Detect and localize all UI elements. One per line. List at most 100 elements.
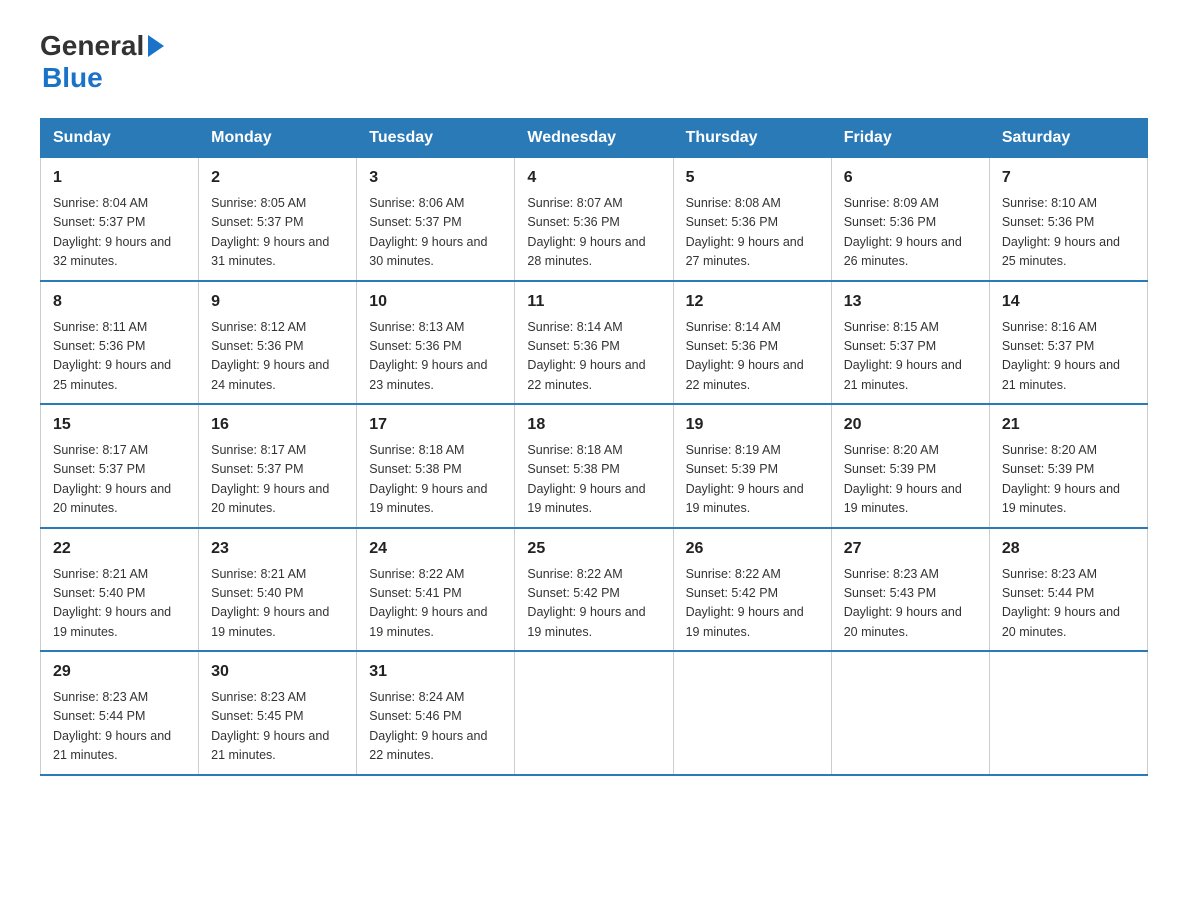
day-info: Sunrise: 8:13 AMSunset: 5:36 PMDaylight:… [369, 318, 502, 396]
calendar-cell [673, 651, 831, 775]
calendar-cell: 13Sunrise: 8:15 AMSunset: 5:37 PMDayligh… [831, 281, 989, 405]
day-info: Sunrise: 8:20 AMSunset: 5:39 PMDaylight:… [1002, 441, 1135, 519]
header-friday: Friday [831, 119, 989, 158]
calendar-cell: 18 Sunrise: 8:18 AMSunset: 5:38 PMDayligh… [515, 404, 673, 528]
day-info: Sunrise: 8:23 AMSunset: 5:43 PMDaylight:… [844, 565, 977, 643]
logo-text-blue: Blue [42, 62, 164, 94]
calendar-cell: 3Sunrise: 8:06 AMSunset: 5:37 PMDaylight… [357, 158, 515, 281]
day-info: Sunrise: 8:20 AMSunset: 5:39 PMDaylight:… [844, 441, 977, 519]
day-number: 6 [844, 166, 977, 190]
calendar-cell: 9 Sunrise: 8:12 AMSunset: 5:36 PMDaylight… [199, 281, 357, 405]
calendar-cell [515, 651, 673, 775]
day-info: Sunrise: 8:18 AMSunset: 5:38 PMDaylight:… [369, 441, 502, 519]
day-number: 13 [844, 290, 977, 314]
header-saturday: Saturday [989, 119, 1147, 158]
calendar-cell: 29Sunrise: 8:23 AMSunset: 5:44 PMDayligh… [41, 651, 199, 775]
day-info: Sunrise: 8:22 AMSunset: 5:42 PMDaylight:… [686, 565, 819, 643]
header-thursday: Thursday [673, 119, 831, 158]
day-number: 31 [369, 660, 502, 684]
day-number: 28 [1002, 537, 1135, 561]
day-info: Sunrise: 8:10 AMSunset: 5:36 PMDaylight:… [1002, 194, 1135, 272]
day-number: 27 [844, 537, 977, 561]
day-info: Sunrise: 8:09 AMSunset: 5:36 PMDaylight:… [844, 194, 977, 272]
calendar-cell: 6 Sunrise: 8:09 AMSunset: 5:36 PMDaylight… [831, 158, 989, 281]
day-info: Sunrise: 8:08 AMSunset: 5:36 PMDaylight:… [686, 194, 819, 272]
day-number: 18 [527, 413, 660, 437]
day-info: Sunrise: 8:24 AMSunset: 5:46 PMDaylight:… [369, 688, 502, 766]
calendar-cell: 15 Sunrise: 8:17 AMSunset: 5:37 PMDayligh… [41, 404, 199, 528]
calendar-week-3: 15 Sunrise: 8:17 AMSunset: 5:37 PMDayligh… [41, 404, 1148, 528]
day-number: 20 [844, 413, 977, 437]
day-info: Sunrise: 8:05 AMSunset: 5:37 PMDaylight:… [211, 194, 344, 272]
calendar-cell [831, 651, 989, 775]
day-number: 7 [1002, 166, 1135, 190]
calendar-cell: 25 Sunrise: 8:22 AMSunset: 5:42 PMDayligh… [515, 528, 673, 652]
header-tuesday: Tuesday [357, 119, 515, 158]
day-number: 15 [53, 413, 186, 437]
day-info: Sunrise: 8:16 AMSunset: 5:37 PMDaylight:… [1002, 318, 1135, 396]
day-number: 10 [369, 290, 502, 314]
day-info: Sunrise: 8:14 AMSunset: 5:36 PMDaylight:… [527, 318, 660, 396]
logo: General Blue [40, 30, 164, 94]
day-number: 26 [686, 537, 819, 561]
day-number: 25 [527, 537, 660, 561]
calendar-cell: 7 Sunrise: 8:10 AMSunset: 5:36 PMDaylight… [989, 158, 1147, 281]
calendar-cell: 19 Sunrise: 8:19 AMSunset: 5:39 PMDayligh… [673, 404, 831, 528]
calendar-cell: 10 Sunrise: 8:13 AMSunset: 5:36 PMDayligh… [357, 281, 515, 405]
calendar-cell: 12 Sunrise: 8:14 AMSunset: 5:36 PMDayligh… [673, 281, 831, 405]
calendar-cell: 11 Sunrise: 8:14 AMSunset: 5:36 PMDayligh… [515, 281, 673, 405]
day-info: Sunrise: 8:17 AMSunset: 5:37 PMDaylight:… [211, 441, 344, 519]
day-info: Sunrise: 8:22 AMSunset: 5:42 PMDaylight:… [527, 565, 660, 643]
day-number: 5 [686, 166, 819, 190]
day-number: 21 [1002, 413, 1135, 437]
day-info: Sunrise: 8:21 AMSunset: 5:40 PMDaylight:… [53, 565, 186, 643]
page-header: General Blue [40, 30, 1148, 94]
day-info: Sunrise: 8:23 AMSunset: 5:44 PMDaylight:… [53, 688, 186, 766]
calendar-cell: 4 Sunrise: 8:07 AMSunset: 5:36 PMDaylight… [515, 158, 673, 281]
calendar-cell: 27 Sunrise: 8:23 AMSunset: 5:43 PMDayligh… [831, 528, 989, 652]
calendar-header-row: SundayMondayTuesdayWednesdayThursdayFrid… [41, 119, 1148, 158]
day-number: 4 [527, 166, 660, 190]
day-number: 24 [369, 537, 502, 561]
header-sunday: Sunday [41, 119, 199, 158]
calendar-cell: 30 Sunrise: 8:23 AMSunset: 5:45 PMDayligh… [199, 651, 357, 775]
day-number: 14 [1002, 290, 1135, 314]
day-info: Sunrise: 8:04 AMSunset: 5:37 PMDaylight:… [53, 194, 186, 272]
day-info: Sunrise: 8:07 AMSunset: 5:36 PMDaylight:… [527, 194, 660, 272]
header-wednesday: Wednesday [515, 119, 673, 158]
day-number: 16 [211, 413, 344, 437]
calendar-table: SundayMondayTuesdayWednesdayThursdayFrid… [40, 118, 1148, 776]
day-number: 9 [211, 290, 344, 314]
calendar-week-4: 22Sunrise: 8:21 AMSunset: 5:40 PMDayligh… [41, 528, 1148, 652]
calendar-cell: 14 Sunrise: 8:16 AMSunset: 5:37 PMDayligh… [989, 281, 1147, 405]
day-number: 23 [211, 537, 344, 561]
calendar-cell: 17 Sunrise: 8:18 AMSunset: 5:38 PMDayligh… [357, 404, 515, 528]
logo-text-general: General [40, 30, 144, 62]
calendar-cell: 22Sunrise: 8:21 AMSunset: 5:40 PMDayligh… [41, 528, 199, 652]
day-info: Sunrise: 8:17 AMSunset: 5:37 PMDaylight:… [53, 441, 186, 519]
calendar-cell: 26 Sunrise: 8:22 AMSunset: 5:42 PMDayligh… [673, 528, 831, 652]
day-number: 17 [369, 413, 502, 437]
day-info: Sunrise: 8:19 AMSunset: 5:39 PMDaylight:… [686, 441, 819, 519]
logo-triangle-icon [148, 35, 164, 57]
day-info: Sunrise: 8:12 AMSunset: 5:36 PMDaylight:… [211, 318, 344, 396]
day-info: Sunrise: 8:11 AMSunset: 5:36 PMDaylight:… [53, 318, 186, 396]
day-number: 12 [686, 290, 819, 314]
day-number: 19 [686, 413, 819, 437]
day-number: 30 [211, 660, 344, 684]
day-info: Sunrise: 8:23 AMSunset: 5:45 PMDaylight:… [211, 688, 344, 766]
day-info: Sunrise: 8:22 AMSunset: 5:41 PMDaylight:… [369, 565, 502, 643]
calendar-cell: 24 Sunrise: 8:22 AMSunset: 5:41 PMDayligh… [357, 528, 515, 652]
calendar-cell: 31 Sunrise: 8:24 AMSunset: 5:46 PMDayligh… [357, 651, 515, 775]
day-number: 2 [211, 166, 344, 190]
day-number: 1 [53, 166, 186, 190]
day-number: 11 [527, 290, 660, 314]
day-info: Sunrise: 8:18 AMSunset: 5:38 PMDaylight:… [527, 441, 660, 519]
calendar-cell: 20 Sunrise: 8:20 AMSunset: 5:39 PMDayligh… [831, 404, 989, 528]
calendar-cell: 8Sunrise: 8:11 AMSunset: 5:36 PMDaylight… [41, 281, 199, 405]
day-number: 3 [369, 166, 502, 190]
calendar-cell: 2 Sunrise: 8:05 AMSunset: 5:37 PMDaylight… [199, 158, 357, 281]
day-info: Sunrise: 8:23 AMSunset: 5:44 PMDaylight:… [1002, 565, 1135, 643]
day-info: Sunrise: 8:14 AMSunset: 5:36 PMDaylight:… [686, 318, 819, 396]
calendar-cell: 23Sunrise: 8:21 AMSunset: 5:40 PMDayligh… [199, 528, 357, 652]
